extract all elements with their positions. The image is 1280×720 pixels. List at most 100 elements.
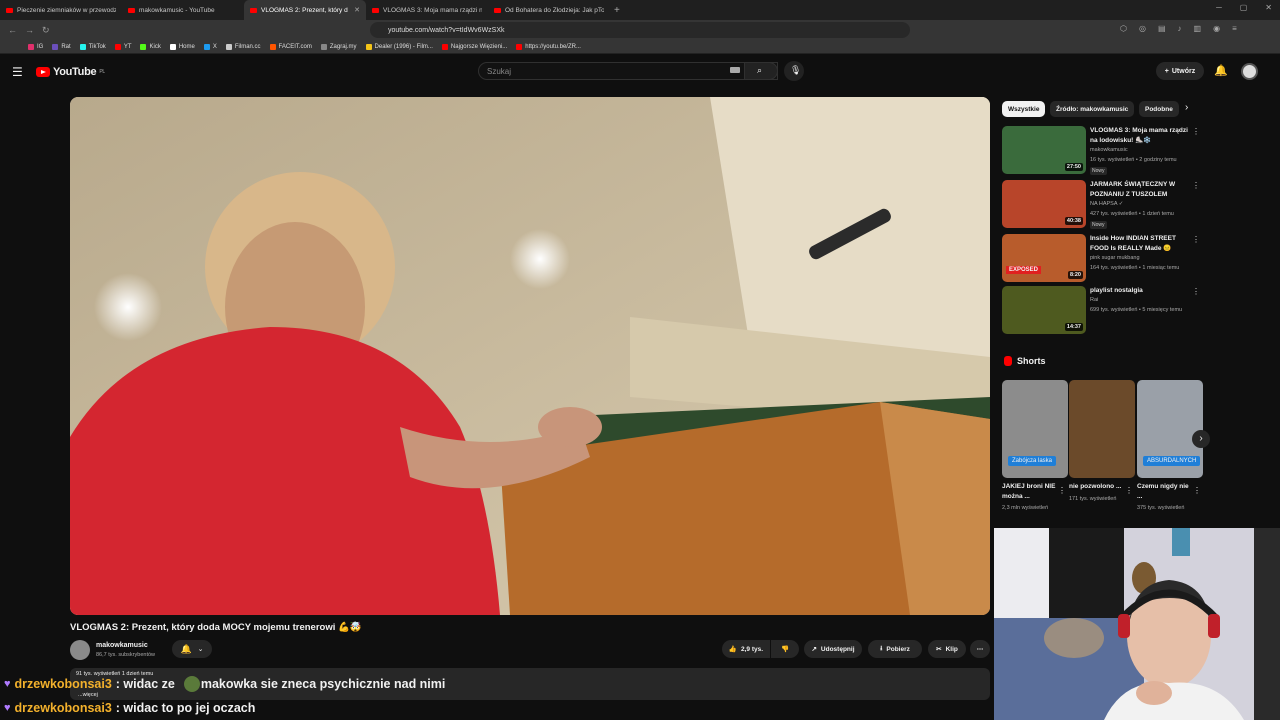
- search-button[interactable]: ⌕: [744, 62, 778, 80]
- forward-icon[interactable]: →: [25, 25, 34, 35]
- more-options-icon[interactable]: ⋮: [1192, 181, 1200, 190]
- recommended-video[interactable]: EXPOSED 8:20 Inside How INDIAN STREET FOOD…: [1002, 234, 1202, 282]
- heart-icon: ♥: [4, 702, 11, 714]
- video-duration: 40:38: [1064, 217, 1083, 225]
- bookmark-item[interactable]: Kick: [140, 43, 161, 50]
- bookmark-item[interactable]: FACEIT.com: [269, 43, 312, 50]
- microphone-icon: 🎙: [790, 65, 802, 75]
- recommended-video[interactable]: 14:37 playlist nostalgia Rai 699 tys. wyświ…: [1002, 286, 1202, 334]
- extension-icon[interactable]: ◎: [1139, 24, 1146, 33]
- video-title[interactable]: Inside How INDIAN STREET FOOD Is REALLY …: [1090, 234, 1194, 253]
- bookmark-item[interactable]: TikTok: [79, 43, 106, 50]
- video-title[interactable]: VLOGMAS 3: Moja mama rządzi na lodowisku…: [1090, 126, 1194, 145]
- maximize-icon[interactable]: ▢: [1240, 3, 1248, 12]
- keyboard-icon[interactable]: [730, 67, 740, 73]
- notifications-bell-icon[interactable]: 🔔: [1214, 64, 1228, 77]
- youtube-logo[interactable]: YouTube PL: [36, 66, 105, 78]
- back-icon[interactable]: ←: [8, 25, 17, 35]
- browser-tab[interactable]: makowkamusic - YouTube: [122, 0, 244, 20]
- short-title[interactable]: Czemu nigdy nie ...: [1137, 482, 1193, 501]
- thumbs-up-icon: 👍: [728, 646, 738, 653]
- share-button[interactable]: ↗ Udostępnij: [804, 640, 862, 658]
- clip-button[interactable]: ✂ Klip: [928, 640, 966, 658]
- hamburger-menu-icon[interactable]: ☰: [12, 65, 23, 79]
- bookmark-item[interactable]: Zagraj.my: [320, 43, 357, 50]
- music-icon[interactable]: ♪: [1178, 24, 1182, 33]
- browser-tab-bar: Pieczenie ziemniaków w przewodzie makowk…: [0, 0, 1280, 20]
- short-title[interactable]: nie pozwolono ...: [1069, 482, 1125, 492]
- chevron-right-icon: ›: [1199, 433, 1203, 444]
- url-field[interactable]: youtube.com/watch?v=tIdWv6WzSXk: [370, 22, 910, 38]
- channel-name[interactable]: makowkamusic: [1090, 147, 1128, 153]
- chevron-right-icon[interactable]: ›: [1185, 102, 1188, 113]
- short-item[interactable]: nie pozwolono ... 171 tys. wyświetleń ⋮: [1069, 380, 1135, 504]
- bookmark-item[interactable]: Home: [169, 43, 195, 50]
- chip-all[interactable]: Wszystkie: [1002, 101, 1046, 117]
- more-options-icon[interactable]: ⋮: [1192, 235, 1200, 244]
- bookmark-item[interactable]: Filman.cc: [225, 43, 261, 50]
- recommended-video[interactable]: 40:38 JARMARK ŚWIĄTECZNY W POZNANIU Z TUS…: [1002, 180, 1202, 229]
- like-button[interactable]: 👍 2,9 tys.: [722, 640, 770, 658]
- heart-icon: ♥: [4, 678, 11, 690]
- channel-name[interactable]: makowkamusic: [96, 642, 148, 649]
- video-thumbnail[interactable]: 27:50: [1002, 126, 1086, 174]
- browser-tab[interactable]: VLOGMAS 3: Moja mama rządzi na l: [366, 0, 488, 20]
- video-title[interactable]: playlist nostalgia: [1090, 286, 1194, 296]
- sidebar-icon[interactable]: ▥: [1194, 24, 1202, 33]
- extension-icon[interactable]: ⬡: [1120, 24, 1127, 33]
- account-avatar[interactable]: [1241, 63, 1258, 80]
- close-window-icon[interactable]: ✕: [1265, 3, 1272, 12]
- bookmark-favicon-icon: [269, 43, 276, 50]
- dislike-button[interactable]: 👎: [771, 640, 799, 658]
- more-options-icon[interactable]: ⋮: [1058, 486, 1066, 495]
- short-item[interactable]: Zabójcza laska JAKIEJ broni NIE można ...…: [1002, 380, 1068, 513]
- bookmark-item[interactable]: YT: [114, 43, 131, 50]
- bookmark-favicon-icon: [169, 43, 176, 50]
- browser-tab-active[interactable]: VLOGMAS 2: Prezent, który d ✕: [244, 0, 366, 20]
- bookmark-item[interactable]: Dealer (1996) - Film...: [365, 43, 433, 50]
- chip-related[interactable]: Podobne: [1139, 101, 1179, 117]
- youtube-favicon-icon: [128, 7, 135, 13]
- close-tab-icon[interactable]: ✕: [354, 6, 360, 14]
- video-thumbnail[interactable]: 14:37: [1002, 286, 1086, 334]
- channel-avatar[interactable]: [70, 640, 90, 660]
- bookmark-item[interactable]: https://youtu.be/ZR...: [516, 43, 581, 50]
- new-tab-button[interactable]: +: [614, 5, 620, 16]
- channel-name[interactable]: pink sugar mukbang: [1090, 255, 1140, 261]
- video-title[interactable]: JARMARK ŚWIĄTECZNY W POZNANIU Z TUSZOLEM: [1090, 180, 1194, 199]
- video-thumbnail[interactable]: 40:38: [1002, 180, 1086, 228]
- create-button[interactable]: + Utwórz: [1156, 62, 1204, 80]
- subscription-bell-button[interactable]: 🔔 ⌄: [172, 640, 212, 658]
- short-thumbnail[interactable]: ABSURDALNYCH: [1137, 380, 1203, 478]
- video-player[interactable]: [70, 97, 990, 615]
- channel-name[interactable]: NA HAPSA ✓: [1090, 201, 1123, 207]
- more-options-icon[interactable]: ⋮: [1192, 287, 1200, 296]
- menu-icon[interactable]: ≡: [1232, 24, 1237, 33]
- short-item[interactable]: ABSURDALNYCH Czemu nigdy nie ... 375 tys. …: [1137, 380, 1203, 513]
- more-options-icon[interactable]: ⋮: [1125, 486, 1133, 495]
- extension-icon[interactable]: ▤: [1158, 24, 1166, 33]
- more-actions-button[interactable]: ⋯: [970, 640, 990, 658]
- bookmark-item[interactable]: Rat: [52, 43, 71, 50]
- shorts-next-button[interactable]: ›: [1192, 430, 1210, 448]
- short-title[interactable]: JAKIEJ broni NIE można ...: [1002, 482, 1058, 501]
- browser-tab[interactable]: Pieczenie ziemniaków w przewodzie: [0, 0, 122, 20]
- browser-tab[interactable]: Od Bohatera do Złodzieja: Jak pTome: [488, 0, 610, 20]
- short-thumbnail[interactable]: [1069, 380, 1135, 478]
- chip-from-channel[interactable]: Źródło: makowkamusic: [1050, 101, 1135, 117]
- bookmark-item[interactable]: X: [203, 43, 217, 50]
- video-thumbnail[interactable]: EXPOSED 8:20: [1002, 234, 1086, 282]
- profile-icon[interactable]: ◉: [1213, 24, 1220, 33]
- reload-icon[interactable]: ↻: [42, 25, 50, 36]
- download-button[interactable]: ⭳ Pobierz: [868, 640, 922, 658]
- voice-search-button[interactable]: 🎙: [784, 61, 804, 81]
- more-options-icon[interactable]: ⋮: [1192, 127, 1200, 136]
- bookmark-item[interactable]: IG: [28, 43, 43, 50]
- bookmark-item[interactable]: Najgorsze Więzieni...: [441, 43, 507, 50]
- minimize-icon[interactable]: ─: [1216, 3, 1222, 12]
- short-thumbnail[interactable]: Zabójcza laska: [1002, 380, 1068, 478]
- youtube-favicon-icon: [6, 7, 13, 13]
- recommended-video[interactable]: 27:50 VLOGMAS 3: Moja mama rządzi na lodo…: [1002, 126, 1202, 175]
- channel-name[interactable]: Rai: [1090, 297, 1098, 303]
- more-options-icon[interactable]: ⋮: [1193, 486, 1201, 495]
